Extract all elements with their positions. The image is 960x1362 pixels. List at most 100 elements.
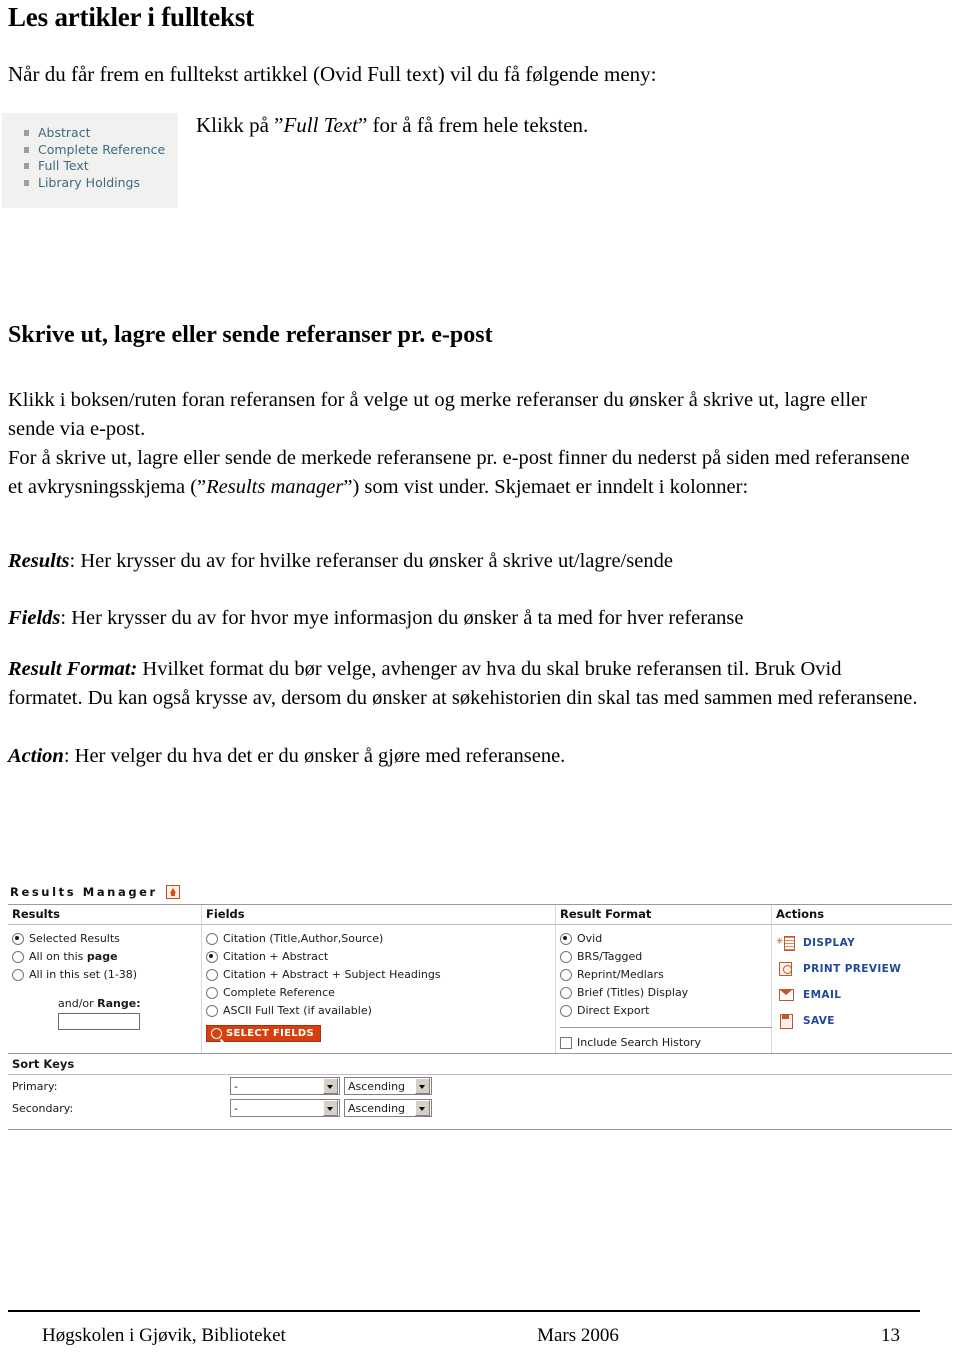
radio-format-brs-tagged[interactable]: BRS/Tagged bbox=[560, 949, 771, 965]
range-label-pre: and/or bbox=[58, 997, 98, 1010]
checkbox-label: Include Search History bbox=[577, 1036, 701, 1049]
callout-text: Klikk på ”Full Text” for å få frem hele … bbox=[196, 113, 588, 138]
display-icon bbox=[776, 935, 795, 951]
action-save[interactable]: SAVE bbox=[776, 1009, 952, 1033]
ovid-menu-item-complete-reference[interactable]: Complete Reference bbox=[38, 142, 165, 157]
bullet-square-icon bbox=[24, 146, 29, 153]
sort-primary-order-select[interactable]: Ascending bbox=[344, 1077, 432, 1095]
range-group: and/or Range: bbox=[12, 997, 201, 1030]
radio-icon[interactable] bbox=[560, 987, 572, 999]
range-input[interactable] bbox=[58, 1013, 140, 1030]
fields-text: : Her krysser du av for hvor mye informa… bbox=[60, 607, 744, 629]
action-print-preview[interactable]: PRINT PREVIEW bbox=[776, 957, 952, 981]
radio-label: All in this set (1-38) bbox=[29, 968, 138, 981]
chevron-down-icon[interactable] bbox=[415, 1100, 430, 1116]
radio-icon[interactable] bbox=[12, 933, 24, 945]
radio-label: Ovid bbox=[577, 932, 603, 945]
fields-column: Citation (Title,Author,Source) Citation … bbox=[202, 925, 556, 1053]
range-label-bold: Range: bbox=[97, 997, 141, 1010]
footer-page-number: 13 bbox=[881, 1325, 900, 1346]
footer-institution: Høgskolen i Gjøvik, Biblioteket bbox=[42, 1325, 286, 1346]
radio-format-reprint-medlars[interactable]: Reprint/Medlars bbox=[560, 967, 771, 983]
sort-secondary-label: Secondary: bbox=[12, 1101, 74, 1115]
ovid-menu-item-full-text[interactable]: Full Text bbox=[38, 158, 89, 173]
results-column: Selected Results All on this page All in… bbox=[8, 925, 202, 1053]
radio-format-ovid[interactable]: Ovid bbox=[560, 931, 771, 947]
select-fields-label: SELECT FIELDS bbox=[226, 1028, 315, 1039]
radio-icon[interactable] bbox=[206, 951, 218, 963]
radio-format-direct-export[interactable]: Direct Export bbox=[560, 1003, 771, 1019]
radio-icon[interactable] bbox=[560, 951, 572, 963]
body-paragraph-results: Results: Her krysser du av for hvilke re… bbox=[8, 547, 918, 576]
select-fields-button[interactable]: SELECT FIELDS bbox=[206, 1025, 322, 1042]
results-text: : Her krysser du av for hvilke referanse… bbox=[69, 550, 673, 572]
collapse-up-arrow-icon[interactable] bbox=[165, 885, 180, 899]
checkbox-icon[interactable] bbox=[560, 1037, 572, 1049]
column-header-result-format: Result Format bbox=[556, 905, 772, 924]
radio-all-on-this-page[interactable]: All on this page bbox=[12, 949, 201, 965]
page-footer: Høgskolen i Gjøvik, Biblioteket Mars 200… bbox=[8, 1325, 920, 1347]
body-paragraph-result-format: Result Format: Hvilket format du bør vel… bbox=[8, 655, 918, 713]
radio-all-in-this-set[interactable]: All in this set (1-38) bbox=[12, 967, 201, 983]
action-label: EMAIL bbox=[803, 989, 842, 1001]
sort-secondary-order-select[interactable]: Ascending bbox=[344, 1099, 432, 1117]
sort-row-secondary: Secondary: - Ascending bbox=[8, 1097, 952, 1119]
action-label: SAVE bbox=[803, 1015, 835, 1027]
radio-label: Selected Results bbox=[29, 932, 120, 945]
section-heading: Skrive ut, lagre eller sende referanser … bbox=[8, 322, 493, 348]
divider bbox=[560, 1027, 772, 1028]
sort-secondary-order-value: Ascending bbox=[348, 1101, 406, 1115]
paragraph-1b-italic: Results manager bbox=[206, 476, 344, 498]
email-icon bbox=[778, 988, 794, 1002]
action-email[interactable]: EMAIL bbox=[776, 983, 952, 1007]
radio-icon[interactable] bbox=[12, 951, 24, 963]
radio-format-brief-titles[interactable]: Brief (Titles) Display bbox=[560, 985, 771, 1001]
radio-citation-abstract-subject[interactable]: Citation + Abstract + Subject Headings bbox=[206, 967, 555, 983]
radio-icon[interactable] bbox=[560, 1005, 572, 1017]
list-item[interactable]: Library Holdings bbox=[24, 175, 178, 192]
sort-primary-field-select[interactable]: - bbox=[230, 1077, 340, 1095]
radio-citation-abstract[interactable]: Citation + Abstract bbox=[206, 949, 555, 965]
result-format-lead: Result Format: bbox=[8, 658, 138, 680]
ovid-menu-box: Abstract Complete Reference Full Text Li… bbox=[2, 113, 178, 208]
radio-icon[interactable] bbox=[12, 969, 24, 981]
checkbox-include-search-history[interactable]: Include Search History bbox=[560, 1035, 771, 1051]
paragraph-1a: Klikk i boksen/ruten foran referansen fo… bbox=[8, 389, 867, 440]
radio-ascii-full-text[interactable]: ASCII Full Text (if available) bbox=[206, 1003, 555, 1019]
list-item[interactable]: Abstract bbox=[24, 125, 178, 142]
radio-label: All on this page bbox=[29, 949, 118, 965]
sort-row-primary: Primary: - Ascending bbox=[8, 1075, 952, 1097]
bullet-square-icon bbox=[24, 179, 29, 186]
sort-primary-label: Primary: bbox=[12, 1079, 58, 1093]
column-header-results: Results bbox=[8, 905, 202, 924]
radio-selected-results[interactable]: Selected Results bbox=[12, 931, 201, 947]
results-manager-title-bar: Results Manager bbox=[8, 884, 952, 904]
list-item[interactable]: Full Text bbox=[24, 158, 178, 175]
column-header-fields: Fields bbox=[202, 905, 556, 924]
radio-label-pre: All on this bbox=[29, 950, 87, 963]
list-item[interactable]: Complete Reference bbox=[24, 142, 178, 159]
ovid-menu-item-abstract[interactable]: Abstract bbox=[38, 125, 90, 140]
chevron-down-icon[interactable] bbox=[323, 1100, 338, 1116]
radio-citation[interactable]: Citation (Title,Author,Source) bbox=[206, 931, 555, 947]
range-label: and/or Range: bbox=[58, 997, 201, 1010]
action-text: : Her velger du hva det er du ønsker å g… bbox=[63, 745, 566, 767]
ovid-menu-item-library-holdings[interactable]: Library Holdings bbox=[38, 175, 140, 190]
callout-italic: Full Text bbox=[283, 113, 358, 137]
radio-label: Complete Reference bbox=[223, 986, 335, 999]
action-display[interactable]: DISPLAY bbox=[776, 931, 952, 955]
sort-keys-title: Sort Keys bbox=[8, 1054, 952, 1075]
radio-complete-reference[interactable]: Complete Reference bbox=[206, 985, 555, 1001]
radio-icon[interactable] bbox=[560, 933, 572, 945]
radio-icon[interactable] bbox=[206, 933, 218, 945]
radio-icon[interactable] bbox=[206, 969, 218, 981]
sort-secondary-field-select[interactable]: - bbox=[230, 1099, 340, 1117]
chevron-down-icon[interactable] bbox=[415, 1078, 430, 1094]
radio-icon[interactable] bbox=[560, 969, 572, 981]
radio-icon[interactable] bbox=[206, 987, 218, 999]
chevron-down-icon[interactable] bbox=[323, 1078, 338, 1094]
search-icon bbox=[211, 1028, 222, 1039]
radio-icon[interactable] bbox=[206, 1005, 218, 1017]
document-page: Les artikler i fulltekst Når du får frem… bbox=[0, 0, 960, 1362]
radio-label: Citation + Abstract bbox=[223, 950, 329, 963]
